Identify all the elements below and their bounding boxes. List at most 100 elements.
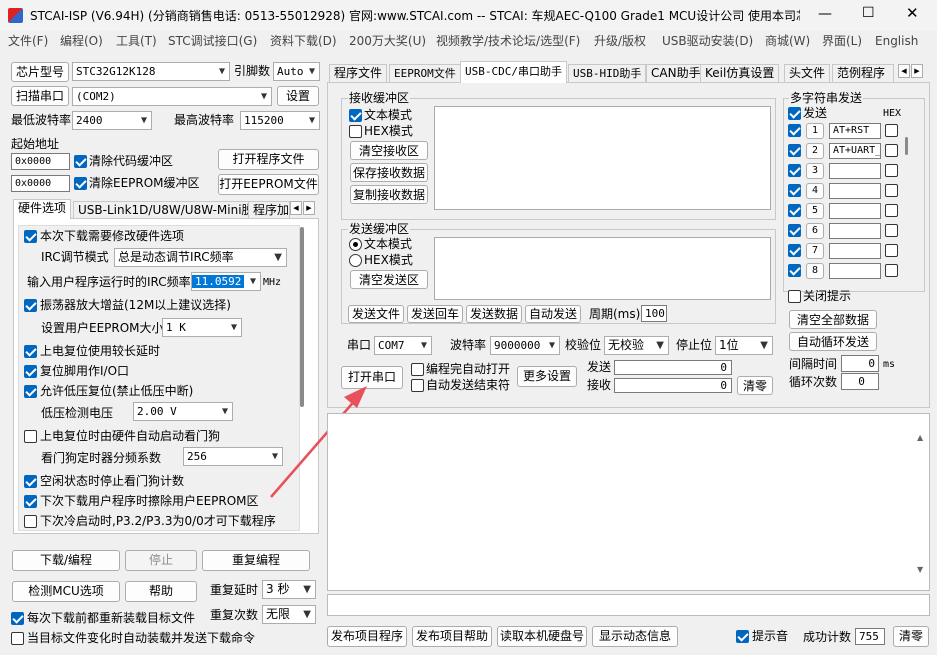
code-address-input[interactable]: 0x0000 xyxy=(11,153,70,170)
multi-row-checkbox[interactable] xyxy=(788,184,801,197)
multi-row-checkbox[interactable] xyxy=(788,204,801,217)
multi-row-number-button[interactable]: 4 xyxy=(806,183,824,199)
send-hex-mode-radio[interactable] xyxy=(349,254,362,267)
tab-hardware-options[interactable]: 硬件选项 xyxy=(13,199,72,219)
clear-eeprom-checkbox[interactable] xyxy=(74,177,87,190)
close-icon[interactable]: ✕ xyxy=(906,5,919,21)
right-tab-scroll-right-icon[interactable]: ▶ xyxy=(911,64,923,78)
repeat-count-select[interactable]: 无限 ▼ xyxy=(262,605,316,624)
auto-terminator-checkbox[interactable] xyxy=(411,379,424,392)
read-disk-id-button[interactable]: 读取本机硬盘号 xyxy=(497,626,587,647)
tab-usb-hid[interactable]: USB-HID助手 xyxy=(568,64,647,82)
multi-row-input[interactable]: AT+RST xyxy=(829,123,881,139)
clear-counter-button[interactable]: 清零 xyxy=(737,376,773,395)
multi-row-input[interactable]: AT+UART_ xyxy=(829,143,881,159)
long-reset-delay-checkbox[interactable] xyxy=(24,345,37,358)
log-scroll-down-icon[interactable]: ▼ xyxy=(917,562,923,578)
menu-shop[interactable]: 商城(W) xyxy=(765,33,810,49)
eeprom-address-input[interactable]: 0x0000 xyxy=(11,175,70,192)
tab-can[interactable]: CAN助手 xyxy=(646,64,706,82)
help-button[interactable]: 帮助 xyxy=(125,581,197,602)
multi-row-hex-checkbox[interactable] xyxy=(885,224,898,237)
menu-program[interactable]: 编程(O) xyxy=(60,33,103,49)
multi-row-hex-checkbox[interactable] xyxy=(885,124,898,137)
open-program-file-button[interactable]: 打开程序文件 xyxy=(218,149,319,170)
reset-pin-io-checkbox[interactable] xyxy=(24,365,37,378)
send-file-button[interactable]: 发送文件 xyxy=(348,305,404,323)
clear-code-checkbox[interactable] xyxy=(74,155,87,168)
menu-video[interactable]: 视频教学/技术论坛/选型(F) xyxy=(436,33,580,49)
multi-row-checkbox[interactable] xyxy=(788,264,801,277)
tab-eeprom-file[interactable]: EEPROM文件 xyxy=(389,64,461,82)
copy-receive-button[interactable]: 复制接收数据 xyxy=(350,185,428,204)
save-receive-button[interactable]: 保存接收数据 xyxy=(350,163,428,182)
baud-select[interactable]: 9000000 ▼ xyxy=(490,336,560,355)
close-hint-checkbox[interactable] xyxy=(788,290,801,303)
multi-row-number-button[interactable]: 5 xyxy=(806,203,824,219)
serial-port-select[interactable]: COM7 ▼ xyxy=(374,336,432,355)
cold-start-pin-checkbox[interactable] xyxy=(24,515,37,528)
menu-download[interactable]: 资料下载(D) xyxy=(270,33,337,49)
menu-tools[interactable]: 工具(T) xyxy=(116,33,157,49)
menu-file[interactable]: 文件(F) xyxy=(8,33,48,49)
menu-usb-driver[interactable]: USB驱动安装(D) xyxy=(662,33,753,49)
modify-hardware-checkbox[interactable] xyxy=(24,230,37,243)
auto-send-on-change-checkbox[interactable] xyxy=(11,632,24,645)
open-serial-button[interactable]: 打开串口 xyxy=(341,366,403,389)
tab-scroll-left-icon[interactable]: ◀ xyxy=(290,201,302,215)
clear-success-button[interactable]: 清零 xyxy=(893,626,929,647)
erase-eeprom-checkbox[interactable] xyxy=(24,495,37,508)
multi-row-input[interactable] xyxy=(829,263,881,279)
menu-debug[interactable]: STC调试接口(G) xyxy=(168,33,257,49)
multi-send-all-checkbox[interactable] xyxy=(788,107,801,120)
multi-row-input[interactable] xyxy=(829,203,881,219)
log-output-area[interactable] xyxy=(327,413,930,591)
multi-row-hex-checkbox[interactable] xyxy=(885,244,898,257)
menu-english[interactable]: English xyxy=(875,33,918,49)
multi-row-hex-checkbox[interactable] xyxy=(885,144,898,157)
stop-bits-select[interactable]: 1位 ▼ xyxy=(715,336,773,355)
reload-target-checkbox[interactable] xyxy=(11,612,24,625)
stop-button[interactable]: 停止 xyxy=(125,550,197,571)
multi-row-input[interactable] xyxy=(829,183,881,199)
menu-award[interactable]: 200万大奖(U) xyxy=(349,33,426,49)
tab-program-file[interactable]: 程序文件 xyxy=(329,64,388,82)
recv-text-mode-checkbox[interactable] xyxy=(349,109,362,122)
parity-select[interactable]: 无校验 ▼ xyxy=(604,336,669,355)
send-data-button[interactable]: 发送数据 xyxy=(466,305,522,323)
multi-row-hex-checkbox[interactable] xyxy=(885,164,898,177)
min-baud-select[interactable]: 2400 ▼ xyxy=(72,111,152,130)
open-eeprom-file-button[interactable]: 打开EEPROM文件 xyxy=(218,174,319,195)
auto-send-button[interactable]: 自动发送 xyxy=(525,305,581,323)
tab-examples[interactable]: 范例程序 xyxy=(832,64,894,82)
multi-row-number-button[interactable]: 1 xyxy=(806,123,824,139)
watchdog-auto-start-checkbox[interactable] xyxy=(24,430,37,443)
tab-usb-link[interactable]: USB-Link1D/U8W/U8W-Mini脱机 xyxy=(73,201,271,219)
send-textarea[interactable] xyxy=(434,237,771,300)
auto-loop-send-button[interactable]: 自动循环发送 xyxy=(789,332,877,351)
publish-help-button[interactable]: 发布项目帮助 xyxy=(412,626,492,647)
multi-row-checkbox[interactable] xyxy=(788,224,801,237)
recv-hex-mode-checkbox[interactable] xyxy=(349,125,362,138)
chip-model-select[interactable]: STC32G12K128 ▼ xyxy=(72,62,230,81)
port-select[interactable]: (COM2) ▼ xyxy=(72,87,272,106)
tab-header-file[interactable]: 头文件 xyxy=(784,64,831,82)
multi-row-checkbox[interactable] xyxy=(788,124,801,137)
scan-port-button[interactable]: 扫描串口 xyxy=(11,86,69,106)
repeat-program-button[interactable]: 重复编程 xyxy=(202,550,310,571)
send-text-mode-radio[interactable] xyxy=(349,238,362,251)
multi-row-number-button[interactable]: 7 xyxy=(806,243,824,259)
receive-textarea[interactable] xyxy=(434,106,771,210)
auto-open-checkbox[interactable] xyxy=(411,363,424,376)
maximize-icon[interactable]: ☐ xyxy=(862,5,875,21)
interval-input[interactable]: 0 xyxy=(841,355,879,372)
multi-row-checkbox[interactable] xyxy=(788,244,801,257)
more-settings-button[interactable]: 更多设置 xyxy=(517,366,577,387)
multi-row-input[interactable] xyxy=(829,243,881,259)
repeat-delay-select[interactable]: 3 秒 ▼ xyxy=(262,580,316,599)
send-enter-button[interactable]: 发送回车 xyxy=(407,305,463,323)
tab-program-add[interactable]: 程序加 xyxy=(248,201,290,219)
max-baud-select[interactable]: 115200 ▼ xyxy=(240,111,320,130)
multi-row-hex-checkbox[interactable] xyxy=(885,264,898,277)
tab-usb-cdc-serial[interactable]: USB-CDC/串口助手 xyxy=(460,61,567,83)
